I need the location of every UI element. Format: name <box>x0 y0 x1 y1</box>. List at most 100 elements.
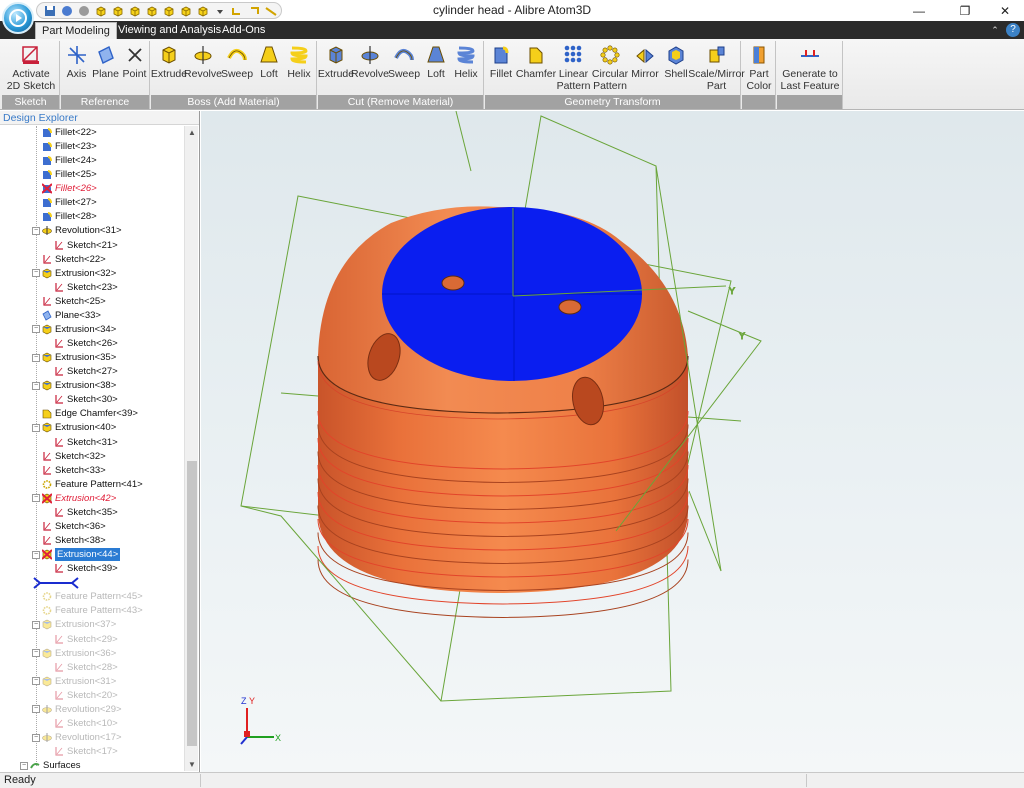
axis-button[interactable]: Axis <box>62 41 91 95</box>
sweep-cut-button[interactable]: Sweep <box>387 41 421 95</box>
helix-cut-button[interactable]: Helix <box>451 41 481 95</box>
tree-item[interactable]: Sketch<38> <box>42 534 106 547</box>
help-icon[interactable]: ? <box>1006 23 1020 37</box>
tree-item[interactable]: Sketch<30> <box>54 393 118 406</box>
tree-item[interactable]: Sketch<22> <box>42 253 106 266</box>
tree-expander-icon[interactable]: − <box>32 269 40 278</box>
top-hole[interactable] <box>441 275 465 291</box>
revolve-boss-button[interactable]: Revolve <box>184 41 222 95</box>
tree-item[interactable]: Sketch<28> <box>54 661 118 674</box>
tree-expander-icon[interactable]: − <box>32 325 40 334</box>
sketch-button[interactable]: Activate2D Sketch ▾ <box>3 41 59 104</box>
tree-item[interactable]: − Extrusion<32> <box>32 267 116 280</box>
tree-item[interactable]: Fillet<25> <box>42 168 97 181</box>
view-front-icon[interactable] <box>111 4 125 17</box>
point-button[interactable]: Point <box>120 41 149 95</box>
tree-expander-icon[interactable]: − <box>32 423 40 432</box>
tree-item[interactable]: − Extrusion<40> <box>32 421 116 434</box>
close-button[interactable]: ✕ <box>990 0 1020 21</box>
tree-item[interactable]: − Revolution<17> <box>32 731 122 744</box>
tab-add-ons[interactable]: Add-Ons <box>216 22 271 39</box>
generate-button[interactable]: Generate toLast Feature ▾ <box>778 41 842 104</box>
tree-expander-icon[interactable]: − <box>32 705 40 714</box>
tab-part-modeling[interactable]: Part Modeling <box>35 22 117 39</box>
3d-viewport[interactable]: Y Y X Y Z <box>201 111 1024 772</box>
new-icon[interactable] <box>60 4 74 17</box>
tree-item[interactable]: Sketch<10> <box>54 717 118 730</box>
undo-icon[interactable] <box>230 4 244 17</box>
tree-item[interactable]: − Revolution<29> <box>32 703 122 716</box>
tree-item[interactable]: Fillet<26> <box>42 182 97 195</box>
tree-item[interactable]: Sketch<35> <box>54 506 118 519</box>
tree-item[interactable]: Sketch<25> <box>42 295 106 308</box>
rollback-bar[interactable] <box>32 577 80 590</box>
dropdown-icon[interactable] <box>213 4 227 17</box>
tree-item[interactable]: Fillet<23> <box>42 140 97 153</box>
view-back-icon[interactable] <box>128 4 142 17</box>
redo-icon[interactable] <box>247 4 261 17</box>
plane-button[interactable]: Plane <box>91 41 120 95</box>
tree-item[interactable]: Sketch<27> <box>54 365 118 378</box>
tree-item[interactable]: Fillet<24> <box>42 154 97 167</box>
tree-item[interactable]: − Extrusion<37> <box>32 618 116 631</box>
circular-pattern-button[interactable]: Circular Pattern <box>591 41 629 95</box>
tree-expander-icon[interactable]: − <box>32 649 40 658</box>
tree-item[interactable]: Sketch<39> <box>54 562 118 575</box>
tab-viewing-and-analysis[interactable]: Viewing and Analysis <box>112 22 227 39</box>
view-right-icon[interactable] <box>162 4 176 17</box>
view-iso-icon[interactable] <box>94 4 108 17</box>
fillet-button[interactable]: Fillet <box>486 41 516 95</box>
tree-item[interactable]: − Extrusion<38> <box>32 379 116 392</box>
tree-expander-icon[interactable]: − <box>32 677 40 686</box>
top-hole[interactable] <box>558 299 582 315</box>
explorer-scrollbar[interactable]: ▲ ▼ <box>184 126 198 771</box>
helix-boss-button[interactable]: Helix <box>284 41 314 95</box>
tree-item[interactable]: Sketch<20> <box>54 689 118 702</box>
tree-item[interactable]: Sketch<32> <box>42 450 106 463</box>
model-scene[interactable]: Y Y X Y Z <box>201 111 1024 772</box>
tree-expander-icon[interactable]: − <box>32 550 40 559</box>
tree-item[interactable]: Edge Chamfer<39> <box>42 407 138 420</box>
tree-item[interactable]: Fillet<28> <box>42 210 97 223</box>
save-icon[interactable] <box>43 4 57 17</box>
measure-icon[interactable] <box>264 4 278 17</box>
tree-item[interactable]: − Extrusion<35> <box>32 351 116 364</box>
open-icon[interactable] <box>77 4 91 17</box>
tree-item[interactable]: − Extrusion<36> <box>32 647 116 660</box>
scroll-up-icon[interactable]: ▲ <box>185 126 199 139</box>
tree-item[interactable]: Feature Pattern<45> <box>42 590 143 603</box>
restore-button[interactable]: ❐ <box>950 0 980 21</box>
tree-item[interactable]: − Surfaces <box>20 759 81 771</box>
top-face[interactable] <box>382 207 642 381</box>
part-color-button[interactable]: Part Color <box>743 41 775 95</box>
tree-item[interactable]: Sketch<17> <box>54 745 118 758</box>
tree-item[interactable]: Feature Pattern<41> <box>42 478 143 491</box>
tree-item[interactable]: − Extrusion<44> <box>32 548 121 562</box>
tree-item[interactable]: − Extrusion<34> <box>32 323 116 336</box>
collapse-ribbon-icon[interactable]: ⌃ <box>988 23 1002 37</box>
tree-item[interactable]: − Extrusion<42> <box>32 492 116 505</box>
extrude-boss-button[interactable]: Extrude <box>151 41 187 95</box>
scale-mirror-button[interactable]: Scale/Mirror Part <box>688 41 745 95</box>
shell-button[interactable]: Shell <box>661 41 691 95</box>
revolve-cut-button[interactable]: Revolve <box>351 41 389 95</box>
loft-boss-button[interactable]: Loft <box>254 41 284 95</box>
tree-item[interactable]: Sketch<23> <box>54 281 118 294</box>
tree-expander-icon[interactable]: − <box>32 494 40 503</box>
tree-item[interactable]: − Revolution<31> <box>32 224 122 237</box>
extrude-cut-button[interactable]: Extrude <box>318 41 354 95</box>
view-left-icon[interactable] <box>145 4 159 17</box>
view-bottom-icon[interactable] <box>196 4 210 17</box>
tree-expander-icon[interactable]: − <box>32 733 40 742</box>
tree-expander-icon[interactable]: − <box>32 226 40 235</box>
view-top-icon[interactable] <box>179 4 193 17</box>
loft-cut-button[interactable]: Loft <box>421 41 451 95</box>
tree-item[interactable]: Sketch<31> <box>54 436 118 449</box>
tree-expander-icon[interactable]: − <box>32 620 40 629</box>
minimize-button[interactable]: — <box>904 0 934 21</box>
tree-expander-icon[interactable]: − <box>20 761 28 770</box>
tree-item[interactable]: Fillet<27> <box>42 196 97 209</box>
tree-item[interactable]: Sketch<36> <box>42 520 106 533</box>
mirror-button[interactable]: Mirror <box>629 41 661 95</box>
tree-item[interactable]: Sketch<21> <box>54 239 118 252</box>
